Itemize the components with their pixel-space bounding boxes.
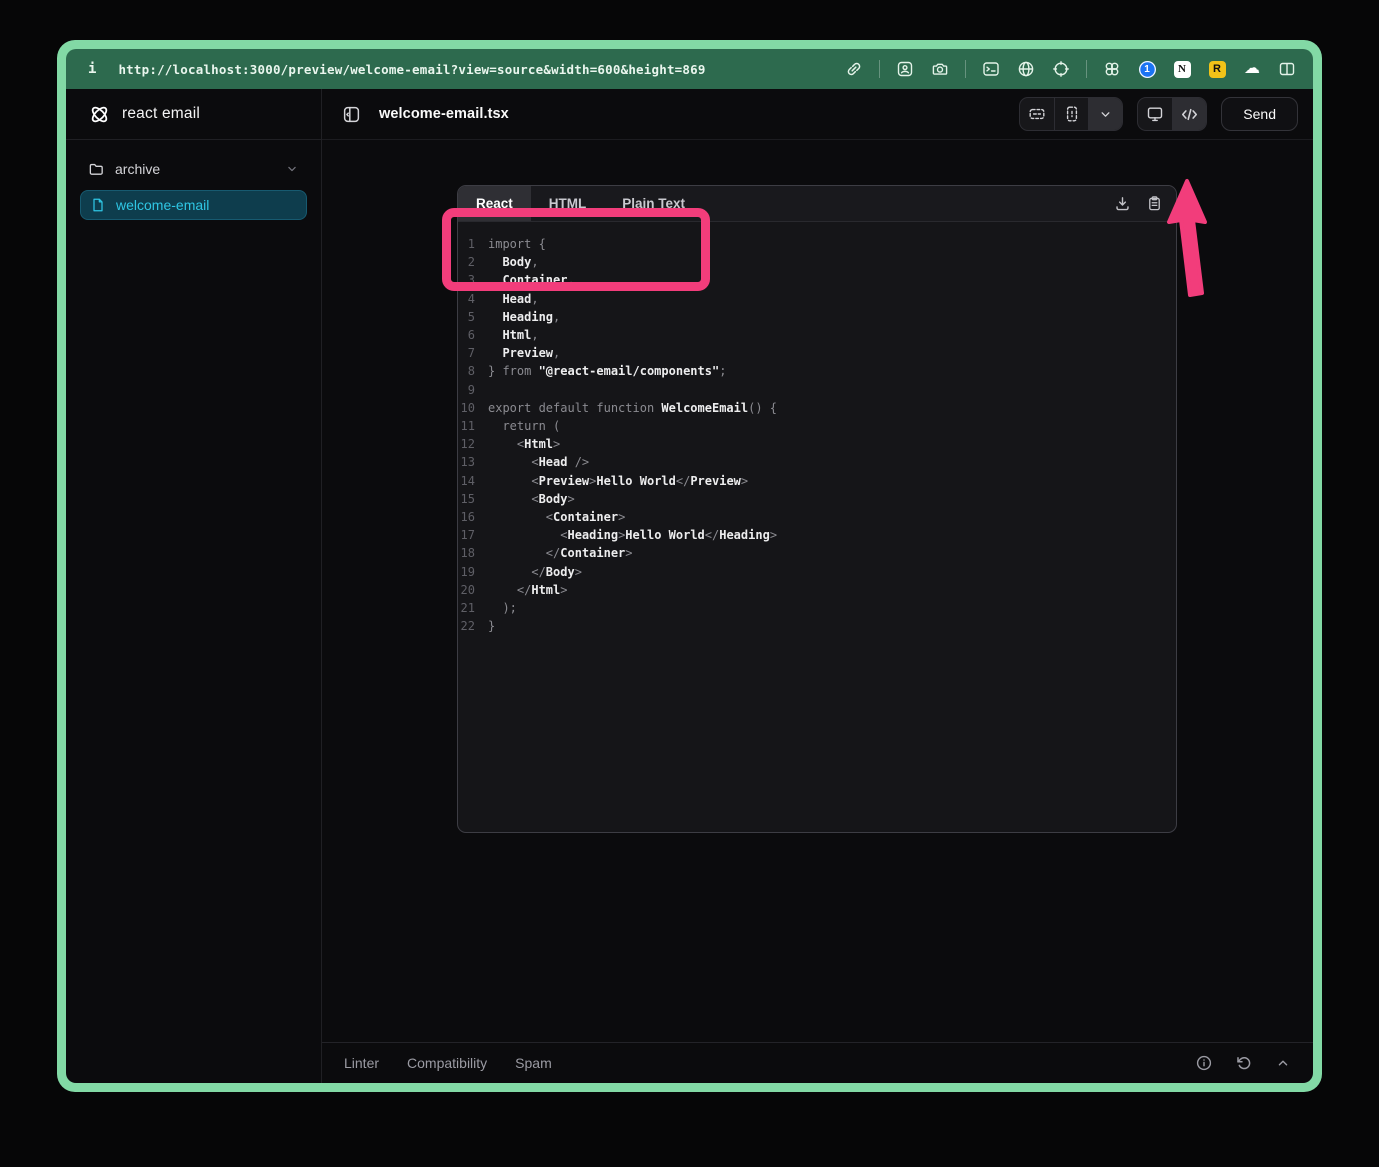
download-icon[interactable] (1114, 195, 1131, 212)
monitor-icon (1146, 105, 1164, 123)
sidebar-toggle-icon[interactable] (337, 100, 365, 128)
code-line: 1import { (458, 235, 1176, 253)
status-bar-icons (1195, 1054, 1291, 1072)
viewport-width-icon[interactable] (1054, 98, 1088, 130)
main-area: welcome-email.tsx (322, 89, 1313, 1083)
folder-icon (88, 161, 105, 178)
code-line: 11 return ( (458, 417, 1176, 435)
crosshair-icon[interactable] (1051, 59, 1071, 79)
code-line: 7 Preview, (458, 344, 1176, 362)
brand-label: react email (122, 105, 200, 123)
code-line: 16 <Container> (458, 508, 1176, 526)
code-line: 19 </Body> (458, 563, 1176, 581)
folder-label: archive (115, 161, 160, 177)
link-icon[interactable] (844, 59, 864, 79)
react-email-logo-icon (88, 103, 111, 126)
viewport-height-icon[interactable] (1020, 98, 1054, 130)
clover-icon[interactable] (1102, 59, 1122, 79)
notion-icon[interactable]: N (1172, 59, 1192, 79)
code-line: 8} from "@react-email/components"; (458, 362, 1176, 380)
source-code-panel: ReactHTMLPlain Text 1import {2 Body,3 (457, 185, 1177, 833)
panel-actions (1114, 186, 1176, 221)
cloud-icon[interactable]: ☁ (1242, 59, 1262, 79)
send-button[interactable]: Send (1221, 97, 1298, 131)
code-line: 18 </Container> (458, 544, 1176, 562)
code-line: 21 ); (458, 599, 1176, 617)
file-icon (90, 197, 106, 213)
split-view-icon[interactable] (1277, 59, 1297, 79)
code-line: 13 <Head /> (458, 453, 1176, 471)
page-title: welcome-email.tsx (379, 106, 509, 122)
refresh-icon[interactable] (1235, 1054, 1253, 1072)
status-bar: Linter Compatibility Spam (322, 1042, 1313, 1083)
code-line: 20 </Html> (458, 581, 1176, 599)
code-line: 9 (458, 381, 1176, 399)
code-line: 17 <Heading>Hello World</Heading> (458, 526, 1176, 544)
main-content: ReactHTMLPlain Text 1import {2 Body,3 (322, 140, 1313, 1042)
code-line: 22} (458, 617, 1176, 635)
tab-react[interactable]: React (458, 186, 531, 221)
chevron-down-icon (285, 162, 299, 176)
toolbar-divider (965, 60, 966, 78)
code-line: 3 Container, (458, 271, 1176, 289)
code-line: 4 Head, (458, 290, 1176, 308)
code-line: 12 <Html> (458, 435, 1176, 453)
globe-icon[interactable] (1016, 59, 1036, 79)
toolbar-divider (879, 60, 880, 78)
code-line: 14 <Preview>Hello World</Preview> (458, 472, 1176, 490)
sidebar: react email archive (66, 89, 322, 1083)
main-header: welcome-email.tsx (322, 89, 1313, 140)
code-line: 5 Heading, (458, 308, 1176, 326)
code-icon (1180, 105, 1199, 124)
page-info-icon[interactable]: i (88, 61, 96, 77)
code-editor: 1import {2 Body,3 Container,4 Head,5 Hea… (458, 222, 1176, 832)
size-dropdown-button[interactable] (1088, 98, 1122, 130)
preview-mode-button[interactable] (1138, 98, 1172, 130)
sidebar-folder-archive[interactable]: archive (80, 156, 307, 182)
address-url[interactable]: http://localhost:3000/preview/welcome-em… (118, 62, 705, 77)
copy-clipboard-icon[interactable] (1146, 195, 1163, 212)
panel-tab-bar: ReactHTMLPlain Text (458, 186, 1176, 222)
browser-window: i http://localhost:3000/preview/welcome-… (57, 40, 1322, 1092)
camera-icon[interactable] (930, 59, 950, 79)
app-root: react email archive (66, 89, 1313, 1083)
r-logo-icon[interactable]: R (1207, 59, 1227, 79)
browser-toolbar: 1 N R ☁ (844, 59, 1297, 79)
viewport-size-controls (1019, 97, 1123, 131)
tab-plain-text[interactable]: Plain Text (604, 186, 703, 221)
terminal-icon[interactable] (981, 59, 1001, 79)
code-line: 15 <Body> (458, 490, 1176, 508)
info-icon[interactable] (1195, 1054, 1213, 1072)
tab-html[interactable]: HTML (531, 186, 605, 221)
status-tab-compatibility[interactable]: Compatibility (407, 1055, 487, 1071)
panel-tabs: ReactHTMLPlain Text (458, 186, 703, 221)
source-mode-button[interactable] (1172, 98, 1206, 130)
extension-icon[interactable] (895, 59, 915, 79)
sidebar-item-welcome-email[interactable]: welcome-email (80, 190, 307, 220)
code-line: 2 Body, (458, 253, 1176, 271)
view-mode-controls (1137, 97, 1207, 131)
status-tab-spam[interactable]: Spam (515, 1055, 552, 1071)
code-line: 10export default function WelcomeEmail()… (458, 399, 1176, 417)
collapse-chevron-up-icon[interactable] (1275, 1055, 1291, 1071)
status-tab-linter[interactable]: Linter (344, 1055, 379, 1071)
brand: react email (66, 89, 321, 140)
status-tabs: Linter Compatibility Spam (344, 1055, 552, 1071)
sidebar-item-label: welcome-email (116, 197, 209, 213)
onepassword-icon[interactable]: 1 (1137, 59, 1157, 79)
toolbar-divider (1086, 60, 1087, 78)
browser-url-bar: i http://localhost:3000/preview/welcome-… (66, 49, 1313, 89)
code-line: 6 Html, (458, 326, 1176, 344)
